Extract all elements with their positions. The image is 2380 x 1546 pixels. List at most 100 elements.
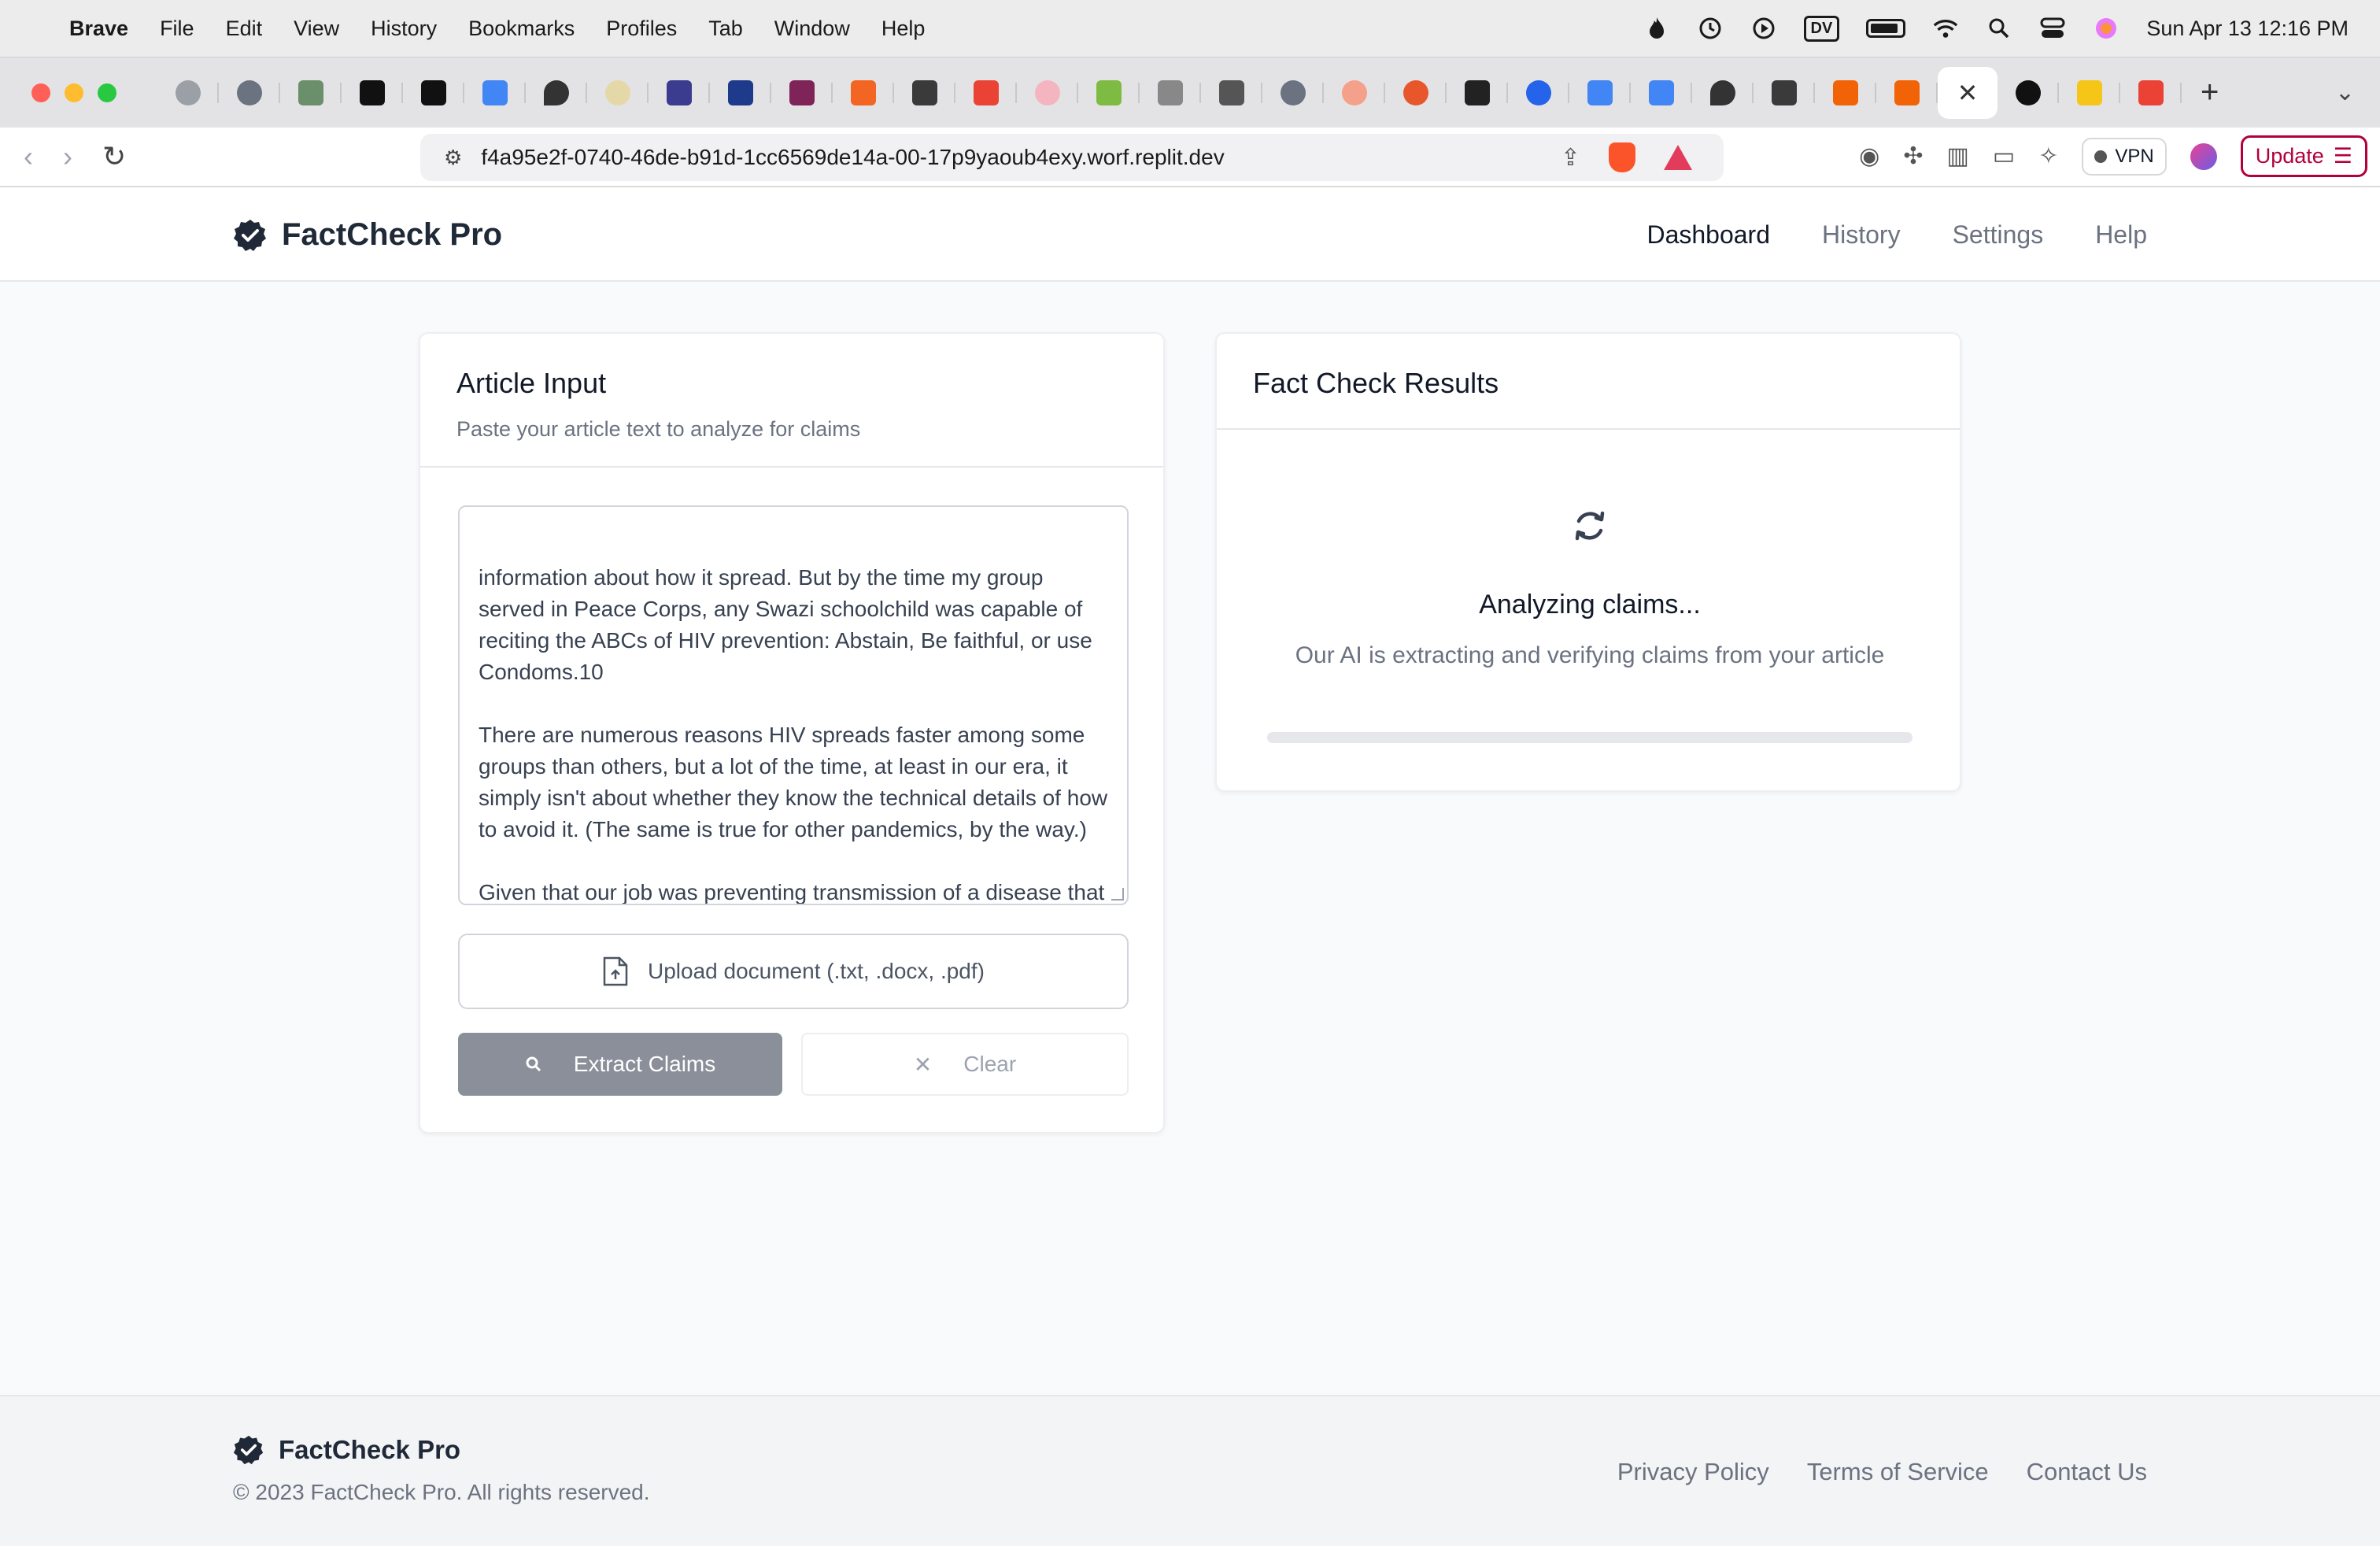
menu-window[interactable]: Window <box>774 17 850 41</box>
contact-us-link[interactable]: Contact Us <box>2027 1458 2147 1486</box>
browser-tab[interactable] <box>1324 67 1385 119</box>
privacy-policy-link[interactable]: Privacy Policy <box>1617 1458 1769 1486</box>
browser-tab[interactable] <box>1754 67 1815 119</box>
menu-bookmarks[interactable]: Bookmarks <box>468 17 575 41</box>
back-arrow-icon[interactable]: ‹ <box>24 140 33 173</box>
browser-tab[interactable] <box>710 67 771 119</box>
browser-tab[interactable] <box>2059 67 2120 119</box>
menubar-clock[interactable]: Sun Apr 13 12:16 PM <box>2146 17 2349 41</box>
browser-tab[interactable] <box>894 67 955 119</box>
google-docs-icon <box>1649 80 1674 105</box>
browser-tab[interactable] <box>219 67 280 119</box>
browser-tab[interactable] <box>1569 67 1631 119</box>
camera-icon[interactable]: ◉ <box>1859 142 1879 170</box>
zoom-window-button[interactable] <box>98 83 116 102</box>
nav-dashboard[interactable]: Dashboard <box>1646 220 1770 250</box>
browser-tab[interactable] <box>157 67 219 119</box>
new-tab-plus-icon[interactable]: + <box>2201 75 2219 110</box>
tool-favicon-icon <box>1158 80 1183 105</box>
browser-tab[interactable] <box>955 67 1017 119</box>
tab-list-chevron-icon[interactable]: ⌄ <box>2335 79 2355 106</box>
spotlight-search-icon[interactable] <box>1986 15 2012 42</box>
menu-view[interactable]: View <box>294 17 339 41</box>
nav-settings[interactable]: Settings <box>1953 220 2044 250</box>
menu-app-name[interactable]: Brave <box>69 17 128 41</box>
browser-tab[interactable] <box>1140 67 1201 119</box>
browser-tab[interactable] <box>342 67 403 119</box>
extensions-puzzle-icon[interactable]: ✣ <box>1903 142 1923 170</box>
vpn-button[interactable]: VPN <box>2082 137 2167 176</box>
url-text[interactable]: f4a95e2f-0740-46de-b91d-1cc6569de14a-00-… <box>481 145 1224 170</box>
upload-document-button[interactable]: Upload document (.txt, .docx, .pdf) <box>458 934 1129 1009</box>
time-machine-icon[interactable] <box>1697 15 1724 42</box>
article-text[interactable]: information about how it spread. But by … <box>479 562 1108 904</box>
close-tab-icon[interactable]: ✕ <box>1957 78 1979 108</box>
browser-tab[interactable] <box>1508 67 1569 119</box>
address-bar[interactable]: ⚙ f4a95e2f-0740-46de-b91d-1cc6569de14a-0… <box>420 134 1724 181</box>
browser-tab[interactable] <box>833 67 894 119</box>
browser-tab-active[interactable]: ✕ <box>1938 66 1998 119</box>
browser-tab[interactable] <box>1815 67 1876 119</box>
browser-tab[interactable] <box>464 67 526 119</box>
copyright-text: © 2023 FactCheck Pro. All rights reserve… <box>233 1480 650 1504</box>
update-button[interactable]: Update ☰ <box>2240 135 2367 177</box>
menu-file[interactable]: File <box>160 17 194 41</box>
brand-logo[interactable]: FactCheck Pro <box>233 217 502 253</box>
wifi-icon[interactable] <box>1932 15 1959 42</box>
browser-tab[interactable] <box>1692 67 1754 119</box>
browser-tab[interactable] <box>649 67 710 119</box>
footer-brand[interactable]: FactCheck Pro <box>233 1434 460 1466</box>
menu-tab[interactable]: Tab <box>708 17 743 41</box>
browser-tab[interactable] <box>1017 67 1078 119</box>
browser-tab[interactable] <box>1447 67 1508 119</box>
browser-tab[interactable] <box>1385 67 1447 119</box>
bracket-m-favicon-icon <box>1465 80 1490 105</box>
close-window-button[interactable] <box>31 83 50 102</box>
shield-favicon-icon <box>1342 80 1367 105</box>
dv-icon[interactable]: DV <box>1803 15 1840 42</box>
browser-tab[interactable] <box>1078 67 1140 119</box>
browser-tab[interactable] <box>771 67 833 119</box>
siri-icon[interactable] <box>2093 15 2119 42</box>
resize-handle[interactable] <box>1111 888 1124 901</box>
browser-tab[interactable] <box>1631 67 1692 119</box>
menu-edit[interactable]: Edit <box>226 17 263 41</box>
share-icon[interactable]: ⇪ <box>1561 144 1580 172</box>
browser-tab[interactable] <box>2120 67 2182 119</box>
brave-shields-icon[interactable] <box>1609 142 1635 172</box>
nav-help[interactable]: Help <box>2095 220 2147 250</box>
extract-claims-button[interactable]: Extract Claims <box>458 1033 782 1096</box>
site-settings-icon[interactable]: ⚙ <box>444 146 462 170</box>
browser-tab[interactable] <box>587 67 649 119</box>
control-center-icon[interactable] <box>2039 15 2066 42</box>
clear-button[interactable]: ✕ Clear <box>801 1033 1129 1096</box>
browser-tab[interactable] <box>1876 67 1938 119</box>
article-input-header: Article Input Paste your article text to… <box>420 334 1163 468</box>
minimize-window-button[interactable] <box>65 83 83 102</box>
browser-tab[interactable] <box>280 67 342 119</box>
google-docs-icon <box>1587 80 1613 105</box>
profile-avatar[interactable] <box>2190 142 2217 170</box>
results-title: Fact Check Results <box>1253 367 1499 399</box>
nav-history[interactable]: History <box>1822 220 1901 250</box>
forward-arrow-icon[interactable]: › <box>63 140 72 173</box>
browser-tab[interactable] <box>1998 67 2059 119</box>
battery-icon[interactable] <box>1866 19 1906 38</box>
browser-tab[interactable] <box>403 67 464 119</box>
reload-icon[interactable]: ↻ <box>102 140 126 173</box>
wallet-icon[interactable]: ▭ <box>1993 142 2015 170</box>
browser-tab[interactable] <box>1201 67 1262 119</box>
brave-rewards-icon[interactable] <box>1664 145 1692 170</box>
menu-profiles[interactable]: Profiles <box>606 17 677 41</box>
flame-icon[interactable] <box>1643 15 1670 42</box>
terms-of-service-link[interactable]: Terms of Service <box>1807 1458 1989 1486</box>
article-textarea[interactable]: information about how it spread. But by … <box>458 505 1129 905</box>
play-circle-icon[interactable] <box>1750 15 1777 42</box>
close-icon: ✕ <box>913 1052 933 1077</box>
browser-tab[interactable] <box>526 67 587 119</box>
menu-help[interactable]: Help <box>881 17 926 41</box>
menu-history[interactable]: History <box>371 17 437 41</box>
sidebar-toggle-icon[interactable]: ▥ <box>1946 142 1968 170</box>
browser-tab[interactable] <box>1262 67 1324 119</box>
leo-ai-sparkle-icon[interactable]: ✧ <box>2038 142 2058 170</box>
